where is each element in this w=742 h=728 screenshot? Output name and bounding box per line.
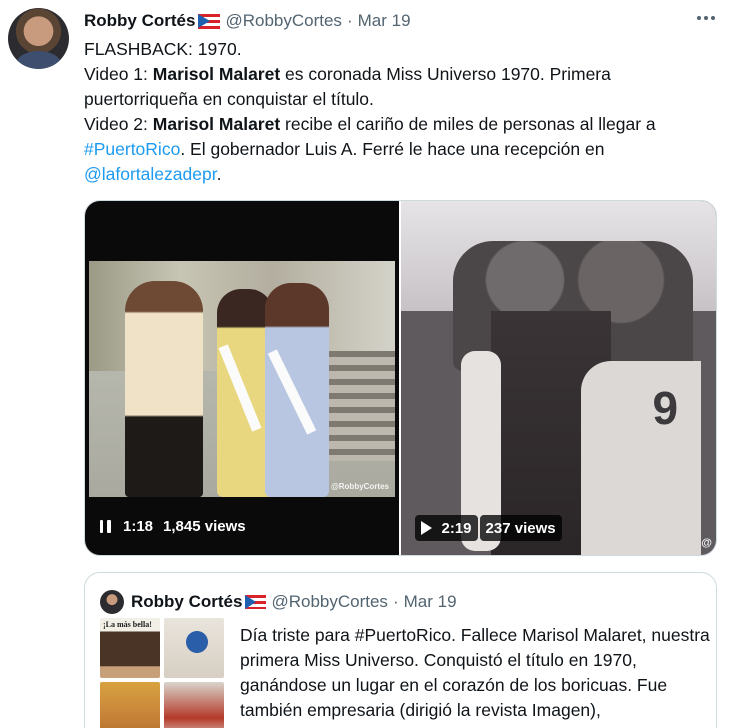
video2-text: recibe el cariño de miles de personas al… [280,114,656,134]
media-grid: @RobbyCortes 1:18 1,845 views 9 @ 2:19 2… [84,200,717,556]
video1-frame[interactable]: @RobbyCortes [89,261,395,497]
pause-icon[interactable] [97,518,113,534]
video1-controls: 1:18 1,845 views [97,511,246,541]
video1-time: 1:18 [123,517,154,535]
tweet-line-video1: Video 1: Marisol Malaret es coronada Mis… [84,62,724,112]
video1-watermark: @RobbyCortes [330,482,389,491]
play-icon[interactable] [420,521,432,535]
quoted-thumb-1: ¡La más bella! [100,618,160,678]
quoted-author-name: Robby Cortés [131,592,243,611]
video2-prefix: Video 2: [84,114,153,134]
video2-end: . [216,164,222,184]
video2-frame-digit: 9 [652,382,679,434]
quoted-tweet-date: Mar 19 [403,592,457,611]
quoted-tweet[interactable]: Robby Cortés @RobbyCortes · Mar 19 ¡La m… [84,572,717,728]
puerto-rico-flag-icon [198,13,221,29]
quoted-author-handle: @RobbyCortes [271,592,388,611]
tweet-date[interactable]: Mar 19 [358,11,411,31]
video2-name: Marisol Malaret [152,114,281,134]
video2-controls: 2:19 237 views [414,515,562,541]
video-player-1[interactable]: @RobbyCortes 1:18 1,845 views [85,201,399,555]
video2-time-pill[interactable]: 2:19 [414,515,478,541]
video2-views-pill: 237 views [479,515,562,541]
video1-views: 1,845 views [163,517,246,535]
separator-dot: · [392,592,399,611]
video2-corner-mark: @ [701,537,712,549]
quoted-media-thumbnails: ¡La más bella! [100,618,226,728]
tweet-line-video2: Video 2: Marisol Malaret recibe el cariñ… [84,112,724,187]
video2-views: 237 views [485,519,556,537]
tweet-line-flashback: FLASHBACK: 1970. [84,39,242,59]
author-name[interactable]: Robby Cortés [84,11,195,31]
tweet-header: Robby Cortés @RobbyCortes · Mar 19 [84,10,411,32]
tweet-text: FLASHBACK: 1970. Video 1: Marisol Malare… [84,37,724,187]
video2-time: 2:19 [441,519,472,537]
separator-dot: · [346,11,353,30]
mention-link[interactable]: @lafortalezadepr [84,164,217,184]
video1-name: Marisol Malaret [152,64,281,84]
hashtag-link[interactable]: #PuertoRico [84,139,180,159]
author-avatar[interactable] [8,8,69,69]
video1-prefix: Video 1: [84,64,153,84]
video2-text-2: . El gobernador Luis A. Ferré le hace un… [180,139,605,159]
puerto-rico-flag-icon [245,595,267,609]
thumb-magazine-text: ¡La más bella! [103,620,152,629]
quoted-author-avatar [100,590,124,614]
author-handle[interactable]: @RobbyCortes [225,11,341,31]
quoted-thumb-2 [164,618,224,678]
quoted-tweet-text: Día triste para #PuertoRico. Fallece Mar… [240,625,710,728]
more-horizontal-icon[interactable] [694,8,718,28]
video-player-2[interactable]: 9 @ 2:19 237 views [400,201,716,555]
quoted-thumb-3 [100,682,160,728]
quoted-tweet-header: Robby Cortés @RobbyCortes · Mar 19 [131,590,457,614]
quoted-thumb-4 [164,682,224,728]
